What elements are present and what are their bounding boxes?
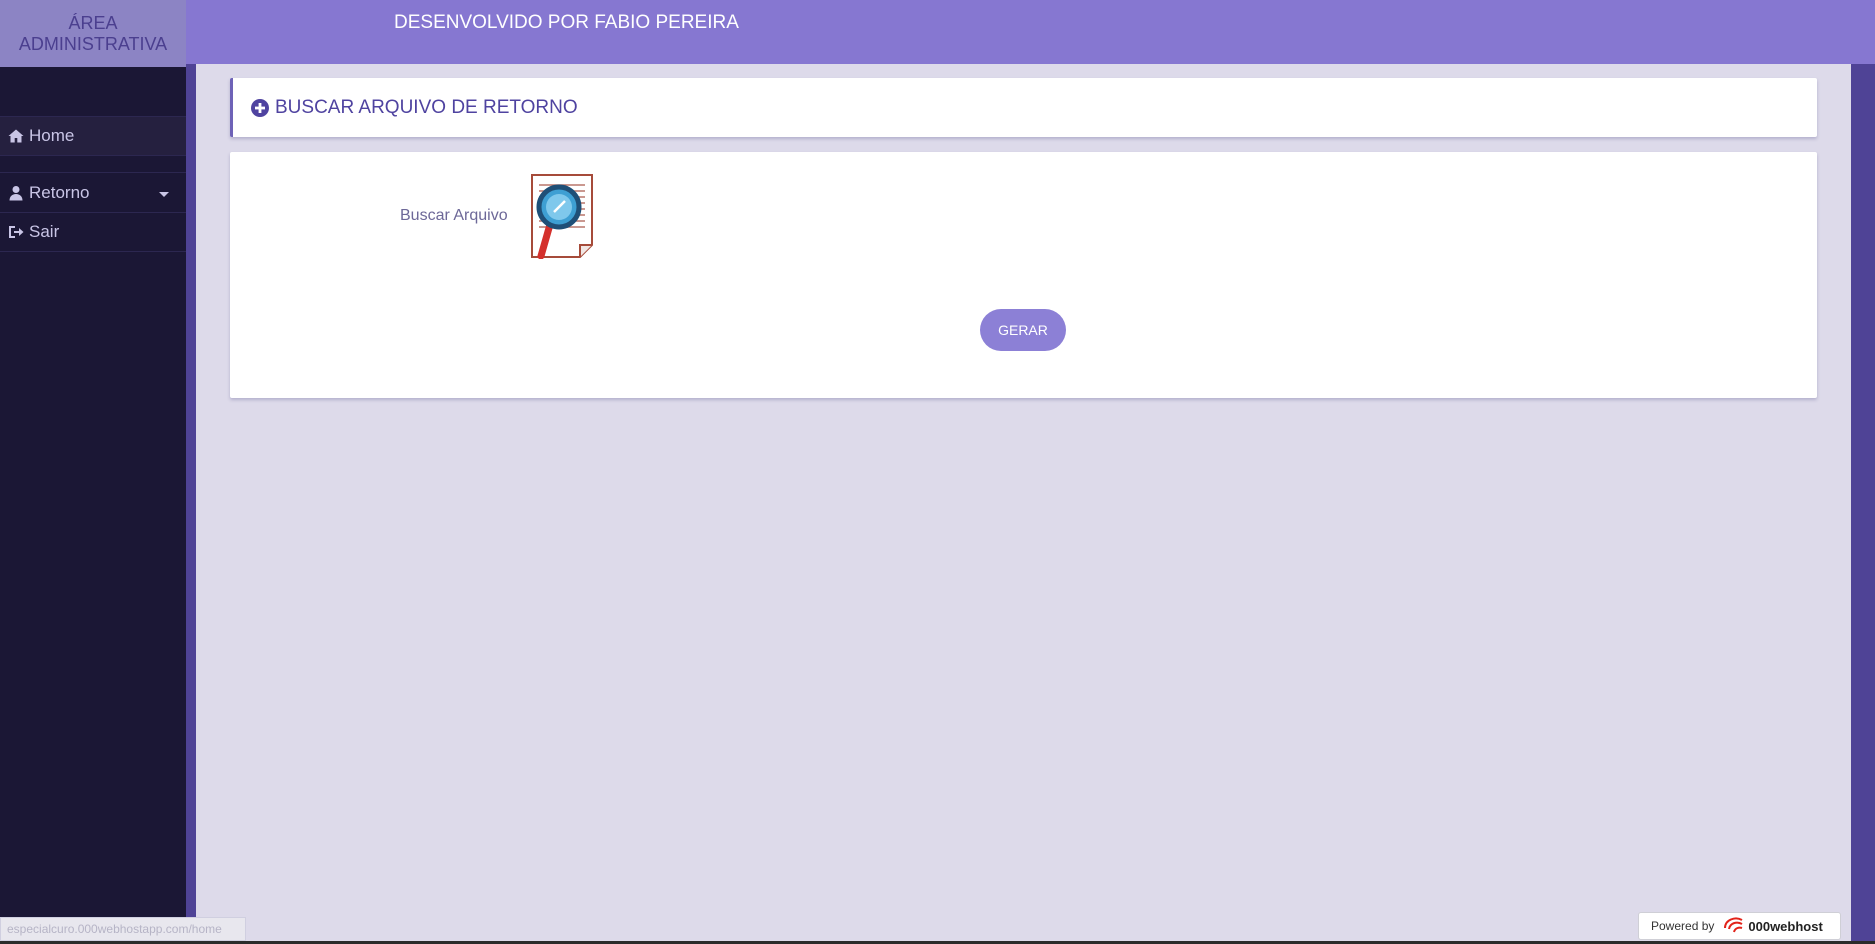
sidebar-item-label: Sair <box>29 222 60 241</box>
sidebar-item-retorno[interactable]: Retorno <box>0 172 186 212</box>
form-card: Buscar Arquivo GERAR <box>230 152 1817 398</box>
sidebar-nav: Home Retorno Sair <box>0 116 186 252</box>
powered-by-badge[interactable]: Powered by 000webhost <box>1638 912 1841 940</box>
page-header-title: DESENVOLVIDO POR FABIO PEREIRA <box>394 12 739 33</box>
status-url: especialcuro.000webhostapp.com/home <box>0 917 246 941</box>
sidebar-item-sair[interactable]: Sair <box>0 212 186 252</box>
user-icon <box>9 185 23 200</box>
right-border-strip <box>1851 64 1875 944</box>
left-border-strip <box>186 64 196 944</box>
sidebar: ÁREA ADMINISTRATIVA Home Retorno Sair <box>0 0 186 944</box>
chevron-down-icon <box>159 192 169 197</box>
brand-line-2: ADMINISTRATIVA <box>18 33 168 54</box>
brand-line-1: ÁREA <box>68 12 118 33</box>
search-file-icon[interactable] <box>529 173 595 259</box>
sidebar-item-label: Retorno <box>29 182 90 202</box>
sidebar-item-label: Home <box>29 126 75 145</box>
panel-title: BUSCAR ARQUIVO DE RETORNO <box>275 96 578 118</box>
webhost-logo-icon <box>1724 917 1743 933</box>
file-field-label: Buscar Arquivo <box>400 207 508 224</box>
sidebar-item-home[interactable]: Home <box>0 116 186 156</box>
top-bar: DESENVOLVIDO POR FABIO PEREIRA <box>186 0 1875 64</box>
host-name: 000webhost <box>1748 918 1823 934</box>
sign-out-icon <box>9 226 24 238</box>
powered-by-label: Powered by <box>1651 919 1715 933</box>
sidebar-brand: ÁREA ADMINISTRATIVA <box>0 0 186 67</box>
generate-button[interactable]: GERAR <box>980 309 1066 351</box>
plus-circle-icon <box>251 98 269 117</box>
home-icon <box>8 129 24 143</box>
panel-title-card: BUSCAR ARQUIVO DE RETORNO <box>230 78 1817 137</box>
